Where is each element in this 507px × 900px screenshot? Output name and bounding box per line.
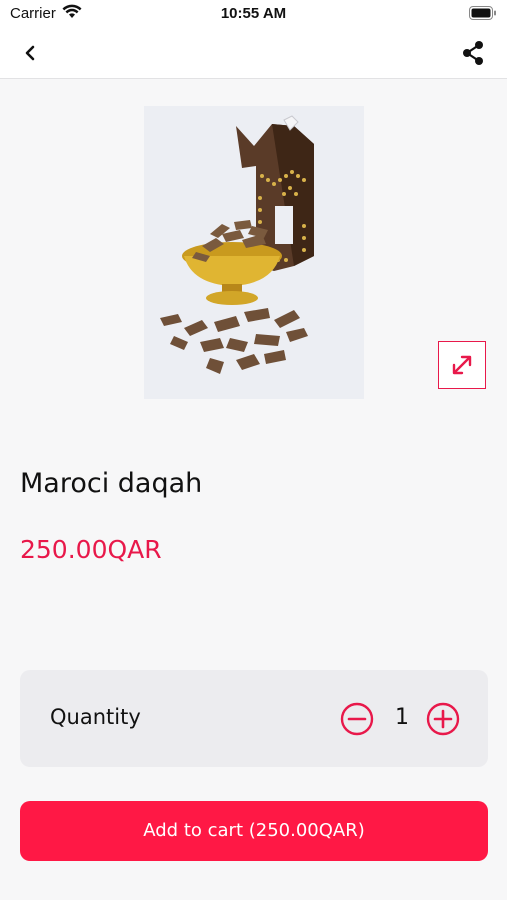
back-button[interactable] <box>18 40 44 66</box>
share-icon <box>463 41 483 65</box>
expand-image-button[interactable] <box>438 341 486 389</box>
navigation-bar <box>0 28 507 79</box>
quantity-label: Quantity <box>50 705 141 729</box>
plus-circle-icon <box>426 702 460 736</box>
product-name: Maroci daqah <box>20 468 203 499</box>
status-bar: Carrier 10:55 AM <box>0 0 507 28</box>
battery-icon <box>469 6 496 20</box>
product-price: 250.00QAR <box>20 535 162 564</box>
quantity-card: Quantity 1 <box>20 670 488 767</box>
decrease-quantity-button[interactable] <box>340 702 374 736</box>
expand-icon <box>452 355 472 375</box>
status-time: 10:55 AM <box>220 5 287 22</box>
chevron-left-icon <box>25 45 35 61</box>
add-to-cart-button[interactable]: Add to cart (250.00QAR) <box>20 801 488 861</box>
minus-circle-icon <box>340 702 374 736</box>
share-button[interactable] <box>459 39 487 67</box>
increase-quantity-button[interactable] <box>426 702 460 736</box>
product-image[interactable] <box>144 106 364 399</box>
quantity-value: 1 <box>395 705 409 730</box>
product-photo <box>144 106 364 399</box>
